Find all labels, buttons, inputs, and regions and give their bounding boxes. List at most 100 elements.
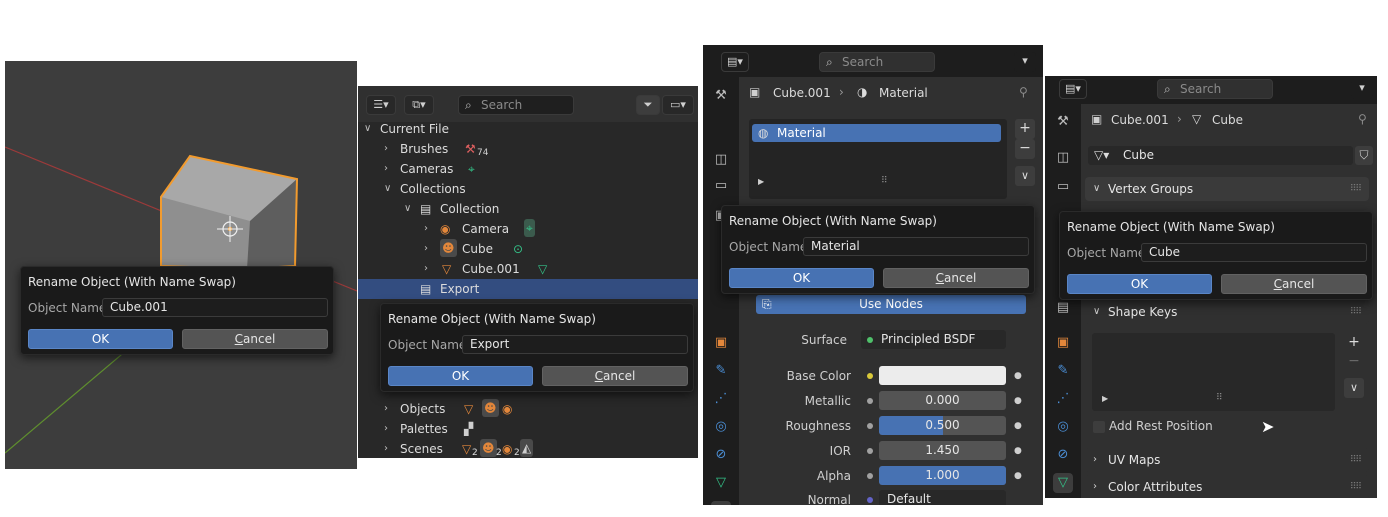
- output-tab[interactable]: ▭: [711, 176, 731, 196]
- collection-tab[interactable]: ▤: [1053, 298, 1073, 318]
- search-input[interactable]: ⌕ Search: [1157, 79, 1273, 99]
- add-slot-button[interactable]: +: [1015, 119, 1035, 139]
- tree-row-brushes[interactable]: › Brushes ⚒ 74: [358, 139, 698, 159]
- base-color-swatch[interactable]: [879, 366, 1006, 385]
- output-tab[interactable]: ▭: [1053, 177, 1073, 197]
- ok-button[interactable]: OK: [388, 366, 533, 386]
- cancel-button[interactable]: Cancel: [182, 329, 328, 349]
- surface-shader-selector[interactable]: Principled BSDF: [861, 330, 1006, 349]
- object-tab[interactable]: ▣: [711, 333, 731, 353]
- tree-row-cube[interactable]: › ☻ Cube ⊙: [358, 239, 698, 259]
- data-tab[interactable]: ▽: [711, 473, 731, 493]
- tree-row-export[interactable]: ▤ Export: [358, 279, 698, 299]
- cancel-button[interactable]: Cancel: [883, 268, 1029, 288]
- constraints-tab[interactable]: ⊘: [711, 445, 731, 465]
- pin-icon[interactable]: ⚲: [1358, 112, 1367, 126]
- tree-row-collection[interactable]: ∨ ▤ Collection: [358, 199, 698, 219]
- metallic-slider[interactable]: 0.000: [879, 391, 1006, 410]
- tool-tab[interactable]: ⚒: [711, 86, 731, 106]
- cancel-button[interactable]: Cancel: [542, 366, 688, 386]
- drag-grip-icon[interactable]: ⠿⠿: [1350, 300, 1362, 324]
- object-name-input[interactable]: Material: [803, 237, 1029, 256]
- slot-specials-button[interactable]: ∨: [1015, 166, 1035, 186]
- outliner[interactable]: ☰▾ ⧉▾ ⌕ Search ⏷ ▭▾ ∨ Current File › Bru…: [358, 86, 698, 458]
- tree-row-scenes[interactable]: › Scenes ▽ 2 ☻ 2 ◉ 2 ◭: [358, 439, 698, 458]
- cancel-button[interactable]: Cancel: [1221, 274, 1367, 294]
- chevron-right-icon[interactable]: ›: [384, 419, 388, 439]
- mesh-name-input[interactable]: Cube: [1119, 146, 1353, 165]
- pin-icon[interactable]: ⚲: [1019, 85, 1028, 99]
- new-collection-button[interactable]: ▭▾: [662, 95, 694, 115]
- chevron-right-icon[interactable]: ›: [424, 239, 428, 259]
- physics-tab[interactable]: ◎: [711, 417, 731, 437]
- particles-tab[interactable]: ⋰: [711, 389, 731, 409]
- render-tab[interactable]: ◫: [711, 150, 731, 170]
- fake-user-button[interactable]: ⛉: [1355, 146, 1373, 165]
- search-input[interactable]: ⌕ Search: [458, 95, 574, 115]
- shape-keys-header[interactable]: ∨ Shape Keys ⠿⠿: [1085, 300, 1369, 324]
- ok-button[interactable]: OK: [729, 268, 874, 288]
- object-name-input[interactable]: Cube: [1141, 243, 1367, 262]
- tree-row-palettes[interactable]: › Palettes ▞: [358, 419, 698, 439]
- modifier-tab[interactable]: ✎: [1053, 361, 1073, 381]
- editor-type-button[interactable]: ▤▾: [721, 52, 749, 72]
- chevron-down-icon[interactable]: ∨: [404, 199, 411, 219]
- drag-grip-icon[interactable]: ⠿⠿: [1350, 448, 1362, 472]
- chevron-right-icon[interactable]: ›: [384, 159, 388, 179]
- normal-selector[interactable]: Default: [879, 490, 1006, 505]
- properties-mesh-data[interactable]: ▤▾ ⌕ Search ▾ ⚒ ◫ ▭ ▤ ▣ ✎ ⋰ ◎ ⊘ ▽ ▣ Cube…: [1045, 76, 1377, 498]
- editor-type-button[interactable]: ▤▾: [1059, 79, 1087, 99]
- add-rest-position-checkbox[interactable]: [1093, 421, 1105, 433]
- ok-button[interactable]: OK: [28, 329, 173, 349]
- particles-tab[interactable]: ⋰: [1053, 389, 1073, 409]
- search-input[interactable]: ⌕ Search: [819, 52, 935, 72]
- render-tab[interactable]: ◫: [1053, 148, 1073, 168]
- chevron-right-icon[interactable]: ›: [424, 219, 428, 239]
- chevron-right-icon[interactable]: ›: [384, 439, 388, 458]
- color-attributes-header[interactable]: › Color Attributes ⠿⠿: [1085, 475, 1369, 498]
- keyframe-dot-icon[interactable]: ●: [1014, 366, 1022, 386]
- chevron-right-icon[interactable]: ›: [384, 139, 388, 159]
- tree-row-current-file[interactable]: ∨ Current File: [358, 119, 698, 139]
- physics-tab[interactable]: ◎: [1053, 417, 1073, 437]
- keyframe-dot-icon[interactable]: ●: [1014, 466, 1022, 486]
- ok-button[interactable]: OK: [1067, 274, 1212, 294]
- uv-maps-header[interactable]: › UV Maps ⠿⠿: [1085, 448, 1369, 472]
- keyframe-dot-icon[interactable]: ●: [1014, 391, 1022, 411]
- tree-row-cameras[interactable]: › Cameras ⌖: [358, 159, 698, 179]
- options-dropdown[interactable]: ▾: [1014, 52, 1036, 72]
- resize-grip-icon[interactable]: ⠿: [1216, 393, 1223, 403]
- drag-grip-icon[interactable]: ⠿⠿: [1350, 177, 1362, 201]
- vertex-groups-header[interactable]: ∨ Vertex Groups ⠿⠿: [1085, 177, 1369, 201]
- modifier-tab[interactable]: ✎: [711, 361, 731, 381]
- constraints-tab[interactable]: ⊘: [1053, 445, 1073, 465]
- tree-row-camera[interactable]: › ◉ Camera ⌖: [358, 219, 698, 239]
- ior-field[interactable]: 1.450: [879, 441, 1006, 460]
- drag-grip-icon[interactable]: ⠿⠿: [1350, 475, 1362, 498]
- chevron-down-icon[interactable]: ∨: [384, 179, 391, 199]
- resize-grip-icon[interactable]: ⠿: [881, 176, 888, 186]
- remove-shape-key-button[interactable]: −: [1344, 352, 1364, 372]
- chevron-right-icon[interactable]: ›: [384, 399, 388, 419]
- tool-tab[interactable]: ⚒: [1053, 112, 1073, 132]
- tree-row-objects[interactable]: › Objects ▽ ☻ ◉: [358, 399, 698, 419]
- keyframe-dot-icon[interactable]: ●: [1014, 416, 1022, 436]
- shape-keys-list[interactable]: ▶ ⠿: [1092, 333, 1335, 411]
- data-tab[interactable]: ▽: [1053, 473, 1073, 493]
- viewport-3d[interactable]: Rename Object (With Name Swap) Object Na…: [5, 61, 357, 469]
- properties-material[interactable]: ▤▾ ⌕ Search ▾ ⚒ ◫ ▭ ▣ ▣ ✎ ⋰ ◎ ⊘ ▽ ◑ ▣ Cu…: [703, 45, 1043, 505]
- object-name-input[interactable]: Cube.001: [102, 298, 328, 317]
- filter-view-button[interactable]: ⧉▾: [404, 95, 434, 115]
- tree-row-cube-001[interactable]: › ▽ Cube.001 ▽: [358, 259, 698, 279]
- alpha-slider[interactable]: 1.000: [879, 466, 1006, 485]
- object-tab[interactable]: ▣: [1053, 333, 1073, 353]
- expand-icon[interactable]: ▶: [1102, 394, 1108, 403]
- shape-key-specials-button[interactable]: ∨: [1344, 378, 1364, 398]
- expand-icon[interactable]: ▶: [758, 177, 764, 186]
- display-mode-button[interactable]: ☰▾: [366, 95, 396, 115]
- tree-row-collections[interactable]: ∨ Collections: [358, 179, 698, 199]
- keyframe-dot-icon[interactable]: ●: [1014, 441, 1022, 461]
- add-shape-key-button[interactable]: +: [1344, 333, 1364, 353]
- object-name-input[interactable]: Export: [462, 335, 688, 354]
- filter-button[interactable]: ⏷: [636, 95, 660, 115]
